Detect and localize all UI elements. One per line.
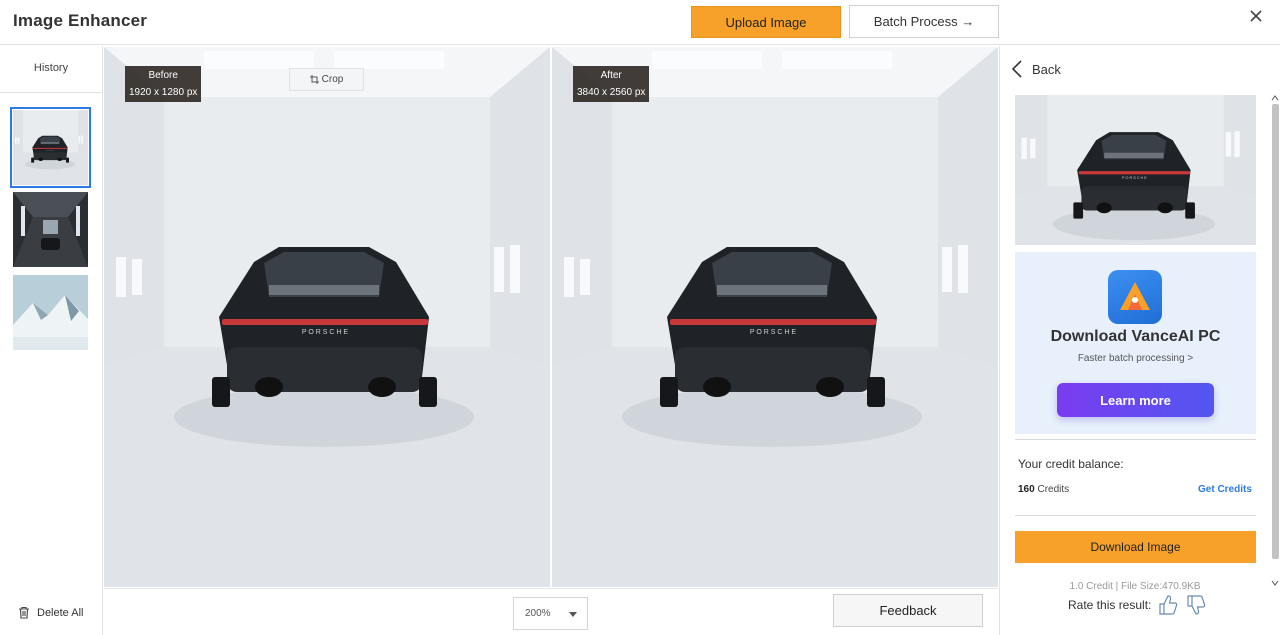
- crop-icon: [309, 75, 319, 84]
- promo-card: Download VanceAI PC Faster batch process…: [1015, 252, 1256, 434]
- history-label: History: [33, 62, 69, 74]
- crop-label: Crop: [321, 74, 344, 85]
- scroll-thumb[interactable]: [1272, 104, 1279, 559]
- file-info: 1.0 Credit | File Size:470.9KB: [1069, 581, 1201, 592]
- download-image-button[interactable]: Download Image: [1015, 531, 1256, 563]
- trash-icon: [19, 606, 29, 619]
- upload-image-button[interactable]: Upload Image: [691, 6, 841, 38]
- back-label: Back: [1032, 61, 1061, 77]
- feedback-button[interactable]: Feedback: [833, 594, 983, 627]
- rate-result: Rate this result:: [1068, 594, 1207, 616]
- scroll-up-icon[interactable]: [1270, 94, 1280, 102]
- divider: [1015, 515, 1256, 516]
- compare-split-handle[interactable]: [550, 47, 552, 587]
- before-image: [104, 47, 550, 587]
- panel-scrollbar[interactable]: [1270, 94, 1280, 594]
- credit-amount: 160: [1018, 484, 1035, 495]
- before-label: Before: [148, 70, 178, 81]
- thumbs-up-icon[interactable]: [1157, 594, 1179, 616]
- result-panel: Back Download VanceAI PC Faster batch pr…: [999, 46, 1280, 635]
- zoom-select[interactable]: 200%: [513, 597, 588, 630]
- learn-more-button[interactable]: Learn more: [1057, 383, 1214, 417]
- history-thumbnail-tunnel[interactable]: [13, 192, 88, 267]
- divider: [1015, 439, 1256, 440]
- history-sidebar: History Delete All: [0, 46, 103, 635]
- get-credits-link[interactable]: Get Credits: [1198, 484, 1252, 495]
- after-image: [552, 47, 998, 587]
- chevron-down-icon: [569, 612, 577, 617]
- delete-all-label: Delete All: [37, 606, 84, 619]
- app-header: Image Enhancer Upload Image Batch Proces…: [0, 0, 1280, 45]
- batch-process-button[interactable]: Batch Process →: [849, 5, 999, 38]
- after-size-badge: After 3840 x 2560 px: [573, 66, 650, 102]
- credit-balance-value: 160 Credits: [1018, 484, 1069, 495]
- before-after-compare[interactable]: Before 1920 x 1280 px After 3840 x 2560 …: [104, 47, 998, 587]
- close-icon[interactable]: [1246, 6, 1266, 26]
- after-size: 3840 x 2560 px: [577, 87, 646, 98]
- thumbs-down-icon[interactable]: [1185, 594, 1207, 616]
- history-thumbnail-mountain[interactable]: [13, 275, 88, 350]
- before-size-badge: Before 1920 x 1280 px: [125, 66, 202, 102]
- app-title: Image Enhancer: [13, 11, 148, 30]
- crop-button[interactable]: Crop: [289, 68, 364, 91]
- promo-subtitle-link[interactable]: Faster batch processing >: [1015, 353, 1256, 364]
- compare-toolbar: 200% Feedback: [104, 588, 998, 635]
- before-size: 1920 x 1280 px: [129, 87, 198, 98]
- back-button[interactable]: Back: [1012, 60, 1061, 78]
- after-label: After: [600, 70, 622, 81]
- history-thumbnail-garage[interactable]: [10, 107, 91, 188]
- credit-unit: Credits: [1037, 484, 1070, 495]
- result-preview-image: [1015, 95, 1256, 245]
- zoom-value: 200%: [525, 608, 551, 619]
- history-divider: [0, 92, 102, 93]
- chevron-left-icon: [1012, 60, 1022, 78]
- delete-all-button[interactable]: Delete All: [18, 606, 83, 619]
- scroll-down-icon[interactable]: [1270, 579, 1280, 587]
- vanceai-logo-icon: [1108, 270, 1162, 324]
- promo-title: Download VanceAI PC: [1050, 328, 1221, 345]
- rate-label: Rate this result:: [1068, 598, 1152, 612]
- credit-balance-label: Your credit balance:: [1018, 457, 1124, 471]
